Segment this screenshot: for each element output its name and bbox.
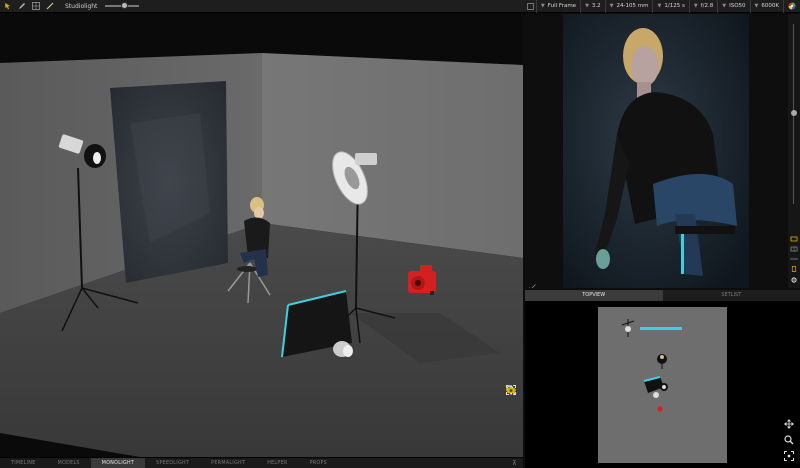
back-wall [262, 53, 523, 258]
grid-icon[interactable] [31, 1, 41, 11]
slider-handle[interactable] [120, 2, 128, 9]
viewport-toolbar: Studiolight [0, 0, 525, 13]
tab-helper[interactable]: HELPER [256, 458, 298, 468]
studio-scene [0, 53, 523, 457]
shutter-select[interactable]: ▼ 1/125 s [652, 0, 688, 13]
aperture-select[interactable]: ▼ f/2.8 [688, 0, 717, 13]
collapse-icon[interactable]: ⊼ [512, 460, 523, 467]
studio-3d-viewport[interactable]: » [0, 13, 523, 457]
select-icon[interactable] [3, 1, 13, 11]
chevron-down-icon: ▼ [693, 3, 698, 9]
horizon-icon[interactable] [790, 256, 798, 262]
portrait-icon[interactable] [790, 266, 798, 272]
tab-topview[interactable]: TOPVIEW [525, 290, 663, 301]
camera-settings-bar: ▼ Full Frame ▼ 3.2 ▼ 24-105 mm ▼ 1/125 s ▼ f/… [525, 0, 800, 13]
topview-floor [598, 307, 727, 463]
exposure-slider-strip [788, 14, 800, 288]
topview-beauty-dish [660, 383, 668, 391]
crop-select[interactable]: ▼ 3.2 [580, 0, 605, 13]
topview-camera [657, 406, 663, 412]
object-library-tabs: TIMELINE MODELS MONOLIGHT SPEEDLIGHT PER… [0, 457, 523, 468]
view-panel-tabs: TOPVIEW SETLIST [525, 290, 800, 301]
studiolight-slider[interactable] [105, 2, 140, 9]
chevron-down-icon: ▼ [540, 3, 545, 9]
frame-icon[interactable] [525, 2, 536, 10]
pan-icon[interactable] [506, 385, 518, 414]
topview-objects [621, 319, 682, 412]
lens-select[interactable]: ▼ 24-105 mm [604, 0, 653, 13]
tab-permalight[interactable]: PERMALIGHT [200, 458, 256, 468]
pen-icon[interactable] [17, 1, 27, 11]
white-balance-select[interactable]: ▼ 6000K [749, 0, 783, 13]
topview-zoom-icon[interactable] [783, 434, 795, 446]
rendered-photo [563, 14, 749, 288]
topview-fit-icon[interactable] [783, 450, 795, 462]
topview-light-left [621, 319, 635, 337]
wand-icon[interactable] [45, 1, 55, 11]
tab-timeline[interactable]: TIMELINE [0, 458, 47, 468]
crop-icon[interactable] [790, 236, 798, 242]
tab-speedlight[interactable]: SPEEDLIGHT [145, 458, 200, 468]
studio-app: Studiolight ▼ Full Frame ▼ 3.2 ▼ 24-105 mm … [0, 0, 800, 468]
top-view-map[interactable] [525, 301, 800, 468]
tab-setlist[interactable]: SETLIST [663, 290, 800, 301]
grid-overlay-icon[interactable] [790, 246, 798, 252]
topview-model [657, 354, 667, 369]
topview-tools [783, 418, 795, 462]
tab-props[interactable]: PROPS [299, 458, 338, 468]
settings-gear-icon[interactable] [790, 277, 798, 283]
color-wheel-icon[interactable] [783, 0, 800, 13]
viewport-tools [506, 385, 518, 457]
iso-select[interactable]: ▼ ISO50 [717, 0, 749, 13]
topview-move-icon[interactable] [783, 418, 795, 430]
fit-view-icon[interactable] [506, 385, 518, 448]
chevron-down-icon: ▼ [754, 3, 759, 9]
chevron-down-icon: ▼ [585, 3, 589, 9]
chevron-down-icon: ▼ [657, 3, 662, 9]
preset-label: Studiolight [65, 2, 98, 10]
exposure-slider-handle[interactable] [791, 110, 797, 116]
chevron-down-icon: ▼ [722, 3, 727, 9]
sensor-format-select[interactable]: ▼ Full Frame [535, 0, 580, 13]
topview-backdrop [640, 327, 682, 330]
camera-preview [525, 14, 788, 288]
chevron-down-icon: ▼ [609, 3, 614, 9]
tab-models[interactable]: MODELS [47, 458, 91, 468]
preview-corner-icon[interactable] [529, 276, 536, 288]
zoom-icon[interactable] [506, 385, 518, 431]
tab-monolight[interactable]: MONOLIGHT [90, 457, 146, 468]
